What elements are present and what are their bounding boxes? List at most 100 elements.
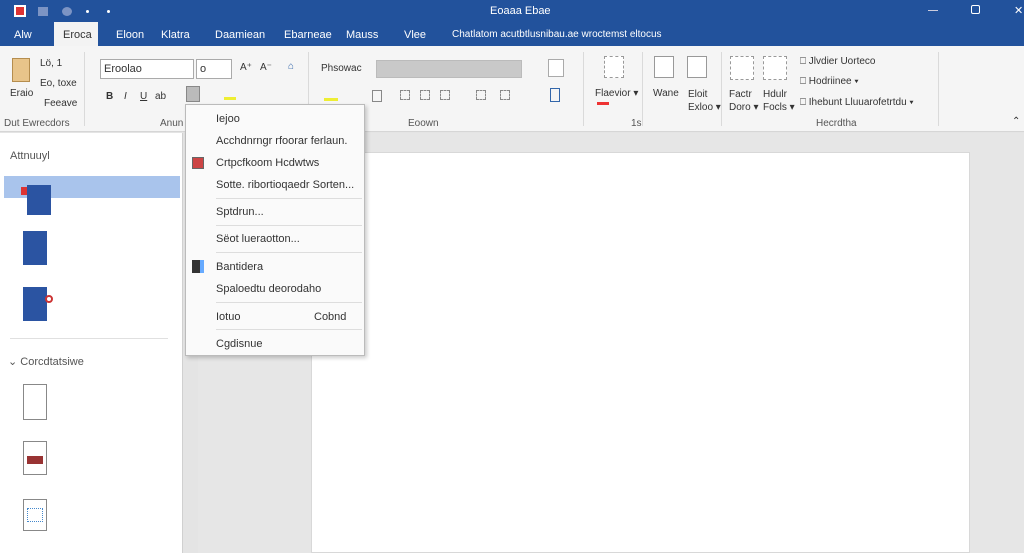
undo-icon[interactable]	[62, 7, 72, 16]
align-icon[interactable]	[400, 90, 410, 100]
maximize-button[interactable]	[971, 5, 980, 14]
borders-icon[interactable]	[548, 59, 564, 77]
minimize-button[interactable]	[928, 10, 938, 11]
replace-sub-label: Exloo	[688, 102, 714, 113]
format-painter-button[interactable]: Feeave	[44, 98, 77, 109]
menu-item[interactable]: Iotuo	[216, 311, 240, 323]
menu-item[interactable]: Cgdisnue	[216, 338, 262, 350]
text-effects-button[interactable]	[186, 86, 200, 102]
table-page-icon[interactable]	[23, 499, 47, 531]
strikethrough-button[interactable]: ab	[155, 91, 166, 102]
tab-home[interactable]: Eroca	[54, 22, 98, 46]
qat-dot-icon[interactable]	[86, 10, 89, 13]
bold-button[interactable]: B	[106, 91, 113, 102]
menu-item[interactable]: Acchdnrngr rfoorar ferlaun.	[216, 135, 347, 147]
image-page-icon[interactable]	[23, 441, 47, 475]
qat-dot-icon[interactable]	[107, 10, 110, 13]
divider	[642, 52, 643, 126]
spacing-icon[interactable]	[476, 90, 486, 100]
align-icon[interactable]	[440, 90, 450, 100]
menu-separator	[216, 198, 362, 199]
menu-item[interactable]: Iejoo	[216, 113, 240, 125]
divider	[10, 338, 168, 339]
clear-format-icon[interactable]: ⌂	[288, 61, 294, 72]
save-icon[interactable]	[38, 7, 48, 16]
find-icon[interactable]	[654, 56, 674, 78]
style-gallery[interactable]	[376, 60, 522, 78]
replace-button[interactable]: Eloit Exloo ▾	[688, 88, 721, 114]
select-label: Factr	[729, 89, 752, 100]
group-label-clipboard: Dut Ewrecdors	[4, 118, 70, 129]
tab-references[interactable]: Ebarneae	[278, 22, 338, 46]
ribbon: Eraio Lö, 1 Eo, toxe Feeave Dut Ewrecdor…	[0, 46, 1024, 132]
paste-button[interactable]: Eraio	[10, 88, 33, 99]
font-name-input[interactable]: Eroolao	[100, 59, 194, 79]
editing-option-2[interactable]: ⎕ Hodriinee ▾	[800, 76, 859, 87]
left-pane: Attnuuyl ⌄ Corcdtatsiwe	[0, 133, 183, 553]
select-icon[interactable]	[730, 56, 754, 80]
menu-item[interactable]: Sotte. ribortioqaedr Sorten...	[216, 179, 354, 191]
show-marks-icon[interactable]	[550, 88, 560, 102]
styles-button[interactable]: Flaevior ▾	[595, 88, 638, 105]
blank-page-icon[interactable]	[23, 384, 47, 420]
menu-item[interactable]: Spaloedtu deorodaho	[216, 283, 321, 295]
font-size-input[interactable]: o	[196, 59, 232, 79]
close-button[interactable]: ✕	[1014, 4, 1023, 17]
tab-tell-me[interactable]: Chatlatom acutbtlusnibau.ae wroctemst el…	[446, 22, 668, 46]
menu-item[interactable]: Sptdrun...	[216, 206, 264, 218]
shading-icon[interactable]	[372, 90, 382, 102]
styles-icon[interactable]	[604, 56, 624, 78]
tab-design[interactable]: Klatra	[155, 22, 196, 46]
document-icon[interactable]	[21, 185, 51, 215]
menu-separator	[216, 225, 362, 226]
editing-option-3[interactable]: ⎕ Ihebunt Lluuarofetrtdu ▾	[800, 97, 914, 108]
style-label: Phsowac	[321, 63, 362, 74]
document-page[interactable]	[311, 152, 970, 553]
section-heading[interactable]: ⌄ Corcdtatsiwe	[8, 355, 84, 368]
collapse-ribbon-icon[interactable]: ⌃	[1012, 116, 1020, 127]
tab-layout[interactable]: Daamiean	[209, 22, 271, 46]
section-heading-label: Corcdtatsiwe	[20, 356, 84, 368]
menu-item[interactable]: Bantidera	[216, 261, 263, 273]
menu-item-icon	[192, 260, 204, 273]
menu-separator	[216, 302, 362, 303]
editing-option-1[interactable]: ⎕ Jlvdier Uorteco	[800, 56, 875, 67]
document-icon[interactable]	[23, 287, 53, 321]
group-label-paragraph: Eoown	[408, 118, 439, 129]
tab-file[interactable]: Alw	[8, 22, 38, 46]
dictate-icon[interactable]	[763, 56, 787, 80]
underline-button[interactable]: U	[140, 91, 147, 102]
shrink-font-icon[interactable]: A⁻	[260, 62, 272, 73]
dictate-sub-label: Focls	[763, 102, 787, 113]
highlight-icon[interactable]	[224, 90, 236, 100]
window-title: Eoaaa Ebae	[490, 5, 551, 17]
find-button[interactable]: Wane	[653, 88, 679, 99]
italic-button[interactable]: I	[124, 91, 127, 102]
tab-insert[interactable]: Eloon	[110, 22, 150, 46]
select-button[interactable]: Factr Doro ▾	[729, 88, 759, 114]
tab-mailings[interactable]: Mauss	[340, 22, 384, 46]
dictate-button[interactable]: Hdulr Focls ▾	[763, 88, 795, 114]
font-name-value: Eroolao	[104, 63, 142, 75]
section-heading: Attnuuyl	[10, 150, 50, 162]
bullets-icon[interactable]	[324, 91, 338, 101]
sort-icon[interactable]	[500, 90, 510, 100]
menu-item[interactable]: Sëot lueraotton...	[216, 233, 300, 245]
replace-label: Eloit	[688, 89, 708, 100]
font-size-value: o	[200, 63, 207, 75]
option-2-label: Hodriinee	[808, 76, 852, 87]
copy-button[interactable]: Eo, toxe	[40, 78, 77, 89]
app-icon	[14, 5, 26, 17]
cut-button[interactable]: Lö, 1	[40, 58, 62, 69]
document-icon[interactable]	[23, 231, 47, 265]
align-icon[interactable]	[420, 90, 430, 100]
context-menu: Iejoo Acchdnrngr rfoorar ferlaun. Crtpcf…	[185, 104, 365, 356]
menu-item-icon	[192, 157, 204, 169]
tab-view[interactable]: Vlee	[398, 22, 432, 46]
paste-icon[interactable]	[12, 58, 30, 82]
divider	[84, 52, 85, 126]
group-label-styles: 1s	[631, 118, 642, 129]
replace-icon[interactable]	[687, 56, 707, 78]
grow-font-icon[interactable]: A⁺	[240, 62, 252, 73]
menu-item[interactable]: Crtpcfkoom Hcdwtws	[216, 157, 319, 169]
